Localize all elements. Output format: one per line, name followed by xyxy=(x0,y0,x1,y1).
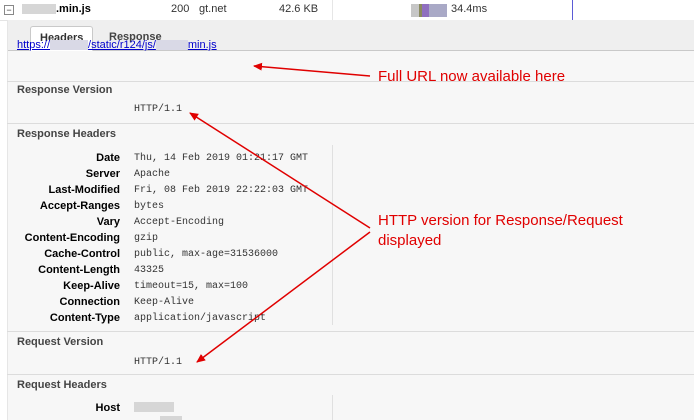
annotation-url-note: Full URL now available here xyxy=(378,68,566,85)
arrow-to-response-version xyxy=(189,112,371,229)
arrow-to-request-version xyxy=(196,231,371,363)
arrow-to-url xyxy=(253,62,371,77)
annotation-version-note-line2: displayed xyxy=(378,232,442,249)
annotation-version-note-line1: HTTP version for Response/Request xyxy=(378,212,623,229)
annotation-arrows xyxy=(189,62,371,363)
